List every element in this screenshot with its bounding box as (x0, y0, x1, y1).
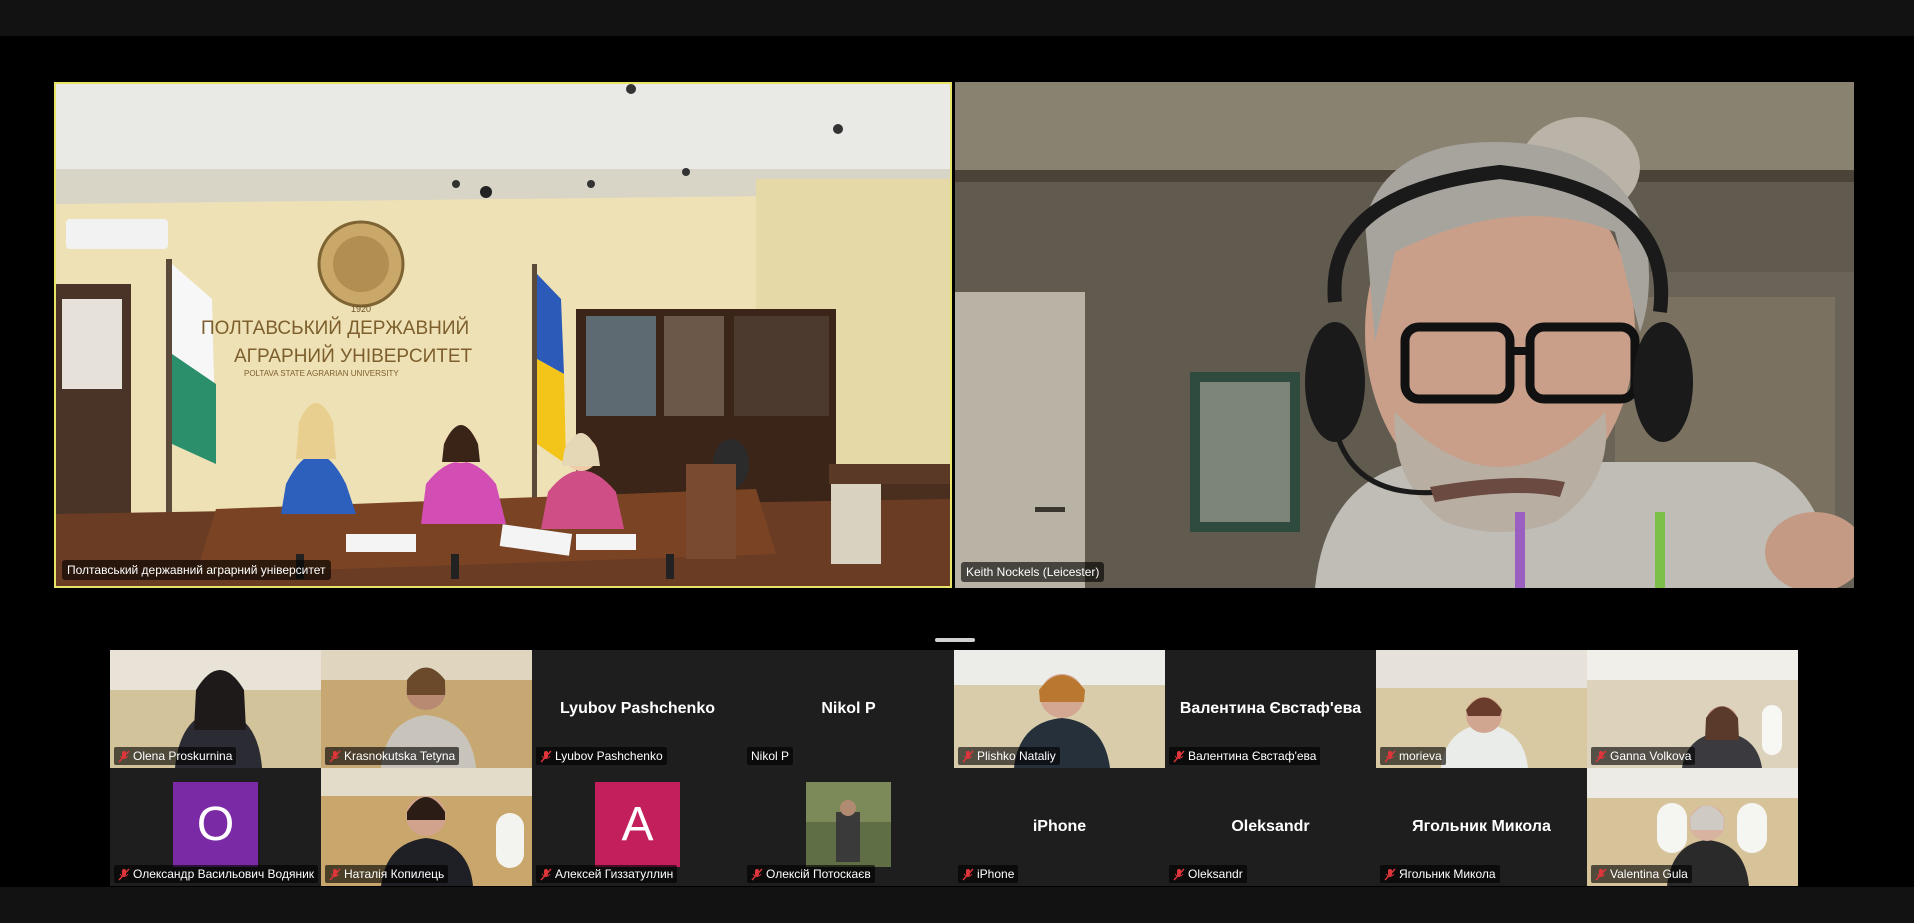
participant-name-tag: Krasnokutska Tetyna (325, 747, 460, 765)
participant-tile[interactable]: Krasnokutska Tetyna (321, 650, 532, 768)
participant-name-tag: morieva (1380, 747, 1446, 765)
participant-tile[interactable]: iPhone iPhone (954, 768, 1165, 886)
profile-photo (806, 782, 891, 867)
mic-off-icon (540, 868, 552, 880)
participant-name-tag: Valentina Gula (1591, 865, 1692, 883)
mic-off-icon (329, 750, 341, 762)
participant-display-name: iPhone (1032, 818, 1087, 835)
participant-tile[interactable]: Oleksandr Oleksandr (1165, 768, 1376, 886)
participant-tile[interactable]: Олексій Потоскаєв (743, 768, 954, 886)
participant-name-tag: Keith Nockels (Leicester) (961, 562, 1105, 582)
participant-tile[interactable]: Ягольник Микола Ягольник Микола (1376, 768, 1587, 886)
participant-display-name: Валентина Євстаф'ева (1179, 700, 1362, 717)
mic-off-icon (751, 868, 763, 880)
video-tile-keith-nockels[interactable]: Keith Nockels (Leicester) (955, 82, 1854, 588)
participant-tile[interactable]: Plishko Nataliy (954, 650, 1165, 768)
participant-name: Ягольник Микола (1399, 867, 1496, 881)
participant-tile[interactable]: Nikol P Nikol P (743, 650, 954, 768)
participant-name-tag: Валентина Євстаф'ева (1169, 747, 1321, 765)
participant-name-tag: Наталія Копилець (325, 865, 449, 883)
participant-name: Алексей Гиззатуллин (555, 867, 674, 881)
participant-name: Валентина Євстаф'ева (1188, 749, 1317, 763)
participant-display-name: Lyubov Pashchenko (560, 700, 715, 717)
video-tile-room[interactable]: 1920 ПОЛТАВСЬКИЙ ДЕРЖАВНИЙ АГРАРНИЙ УНІВ… (54, 82, 952, 588)
participant-name: Олександр Васильович Водяник (133, 867, 315, 881)
participant-name-tag: Plishko Nataliy (958, 747, 1060, 765)
participant-name-tag: Oleksandr (1169, 865, 1247, 883)
mic-off-icon (329, 868, 341, 880)
participant-tile[interactable]: Наталія Копилець (321, 768, 532, 886)
participant-name: Plishko Nataliy (977, 749, 1056, 763)
mic-off-icon (118, 750, 130, 762)
participant-name: Valentina Gula (1610, 867, 1688, 881)
mic-off-icon (1384, 868, 1396, 880)
participant-name: Krasnokutska Tetyna (344, 749, 456, 763)
participant-tile[interactable]: Валентина Євстаф'ева Валентина Євстаф'ев… (1165, 650, 1376, 768)
participant-tile[interactable]: Ganna Volkova (1587, 650, 1798, 768)
participant-name: morieva (1399, 749, 1442, 763)
participant-tile[interactable]: Olena Proskurnina (110, 650, 321, 768)
participant-name-tag: Lyubov Pashchenko (536, 747, 667, 765)
participant-name: Lyubov Pashchenko (555, 749, 663, 763)
participant-tile[interactable]: Valentina Gula (1587, 768, 1798, 886)
mic-off-icon (1173, 868, 1185, 880)
svg-text:1920: 1920 (351, 304, 371, 314)
participant-name: Nikol P (751, 749, 790, 763)
participant-display-name: Nikol P (821, 700, 876, 717)
participant-name-tag: Nikol P (747, 747, 794, 765)
participant-name-tag: Olena Proskurnina (114, 747, 237, 765)
top-bar (0, 0, 1914, 36)
participant-name-tag: Ganna Volkova (1591, 747, 1696, 765)
participant-name: Oleksandr (1188, 867, 1243, 881)
svg-text:ПОЛТАВСЬКИЙ ДЕРЖАВНИЙ: ПОЛТАВСЬКИЙ ДЕРЖАВНИЙ (201, 317, 469, 339)
participant-name: iPhone (977, 867, 1015, 881)
participant-tile[interactable]: morieva (1376, 650, 1587, 768)
svg-text:POLTAVA STATE AGRARIAN UNIVERS: POLTAVA STATE AGRARIAN UNIVERSITY (244, 369, 399, 378)
participant-name-tag: Полтавський державний аграрний університ… (62, 560, 331, 580)
participant-gallery: Olena Proskurnina Krasnokutska Tetyna Ly… (110, 650, 1798, 886)
bottom-bar (0, 887, 1914, 923)
room-video: 1920 ПОЛТАВСЬКИЙ ДЕРЖАВНИЙ АГРАРНИЙ УНІВ… (56, 84, 950, 586)
mic-off-icon (962, 868, 974, 880)
mic-off-icon (1595, 868, 1607, 880)
participant-name-tag: iPhone (958, 865, 1019, 883)
participant-name: Olena Proskurnina (133, 749, 233, 763)
mic-off-icon (118, 868, 130, 880)
participant-name: Ganna Volkova (1610, 749, 1692, 763)
mic-off-icon (1173, 750, 1185, 762)
participant-name-tag: Алексей Гиззатуллин (536, 865, 678, 883)
mic-off-icon (1595, 750, 1607, 762)
mic-off-icon (1384, 750, 1396, 762)
participant-tile[interactable]: Lyubov Pashchenko Lyubov Pashchenko (532, 650, 743, 768)
participant-name-tag: Ягольник Микола (1380, 865, 1500, 883)
participant-tile[interactable]: O Олександр Васильович Водяник (110, 768, 321, 886)
participant-name: Наталія Копилець (344, 867, 445, 881)
resize-handle[interactable] (935, 638, 975, 642)
participant-name: Олексій Потоскаєв (766, 867, 871, 881)
svg-text:АГРАРНИЙ УНІВЕРСИТЕТ: АГРАРНИЙ УНІВЕРСИТЕТ (234, 345, 473, 367)
avatar: O (173, 782, 258, 867)
participant-name-tag: Олександр Васильович Водяник (114, 865, 319, 883)
speaker-video (955, 82, 1854, 588)
participant-display-name: Ягольник Микола (1412, 818, 1551, 835)
participant-name-tag: Олексій Потоскаєв (747, 865, 875, 883)
avatar: A (595, 782, 680, 867)
mic-off-icon (540, 750, 552, 762)
mic-off-icon (962, 750, 974, 762)
participant-tile[interactable]: A Алексей Гиззатуллин (532, 768, 743, 886)
participant-display-name: Oleksandr (1231, 818, 1310, 835)
